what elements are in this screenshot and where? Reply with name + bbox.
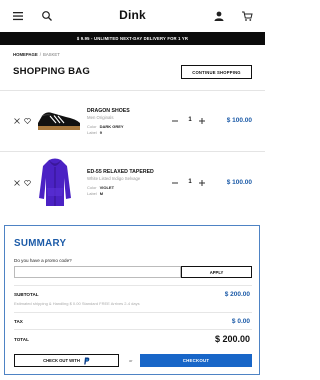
item-size-value: 9	[99, 130, 103, 135]
item-quantity[interactable]: 1	[186, 117, 194, 123]
item-size-label: Label	[87, 130, 97, 135]
breadcrumb: HOMEPAGE / BASKET	[13, 52, 60, 57]
item-color: Color VIOLET	[87, 185, 114, 190]
item-brand: Men Originals	[87, 115, 114, 120]
item-price: $ 100.00	[226, 179, 252, 186]
breadcrumb-separator: /	[39, 52, 41, 57]
apply-promo-button[interactable]: APPLY	[181, 266, 252, 278]
decrease-quantity-icon[interactable]	[172, 120, 178, 122]
summary-divider	[14, 312, 252, 313]
item-color-value: VIOLET	[99, 185, 115, 190]
item-name[interactable]: DRAGON SHOES	[87, 108, 130, 114]
shipping-note: Estimated shipping & Handling $ 0.00 Sta…	[14, 301, 140, 306]
tax-label: TAX	[14, 319, 23, 324]
item-size: Label 9	[87, 130, 102, 135]
item-size-label: Label	[87, 191, 97, 196]
cart-item-ed55-tapered: ED-55 RELAXED TAPERED White Listed Indig…	[0, 152, 265, 212]
item-brand: White Listed Indigo Selvage	[87, 176, 141, 181]
user-icon[interactable]	[213, 10, 225, 22]
cart-item-dragon-shoes: DRAGON SHOES Men Originals Color DARK GRE…	[0, 91, 265, 151]
shoe-product-image[interactable]	[36, 107, 82, 133]
subtotal-label: SUBTOTAL	[14, 292, 39, 297]
item-size: Label M	[87, 191, 103, 196]
promo-code-input[interactable]	[14, 266, 181, 278]
subtotal-value: $ 200.00	[224, 291, 250, 298]
order-summary-panel: SUMMARY Do you have a promo code? APPLY …	[4, 225, 260, 375]
summary-divider	[14, 329, 252, 330]
checkout-button[interactable]: CHECKOUT	[140, 354, 252, 367]
item-color: Color DARK GREY	[87, 124, 124, 129]
item-color-label: Color	[87, 124, 97, 129]
top-header: Dink	[0, 0, 265, 32]
page-title: SHOPPING BAG	[13, 66, 91, 77]
wishlist-heart-icon[interactable]	[24, 180, 31, 186]
delivery-promo-bar[interactable]: $ 9.95 - UNLIMITED NEXT-DAY DELIVERY FOR…	[0, 32, 265, 45]
item-quantity[interactable]: 1	[186, 179, 194, 185]
wishlist-heart-icon[interactable]	[24, 118, 31, 124]
brand-logo[interactable]: Dink	[0, 8, 265, 22]
or-separator: or	[129, 358, 133, 363]
decrease-quantity-icon[interactable]	[172, 182, 178, 184]
breadcrumb-current: BASKET	[42, 52, 60, 57]
continue-shopping-button[interactable]: CONTINUE SHOPPING	[181, 65, 252, 79]
item-price: $ 100.00	[226, 117, 252, 124]
paypal-button-label: CHECK OUT WITH	[43, 358, 80, 363]
paypal-icon	[84, 357, 90, 364]
tax-value: $ 0.00	[231, 318, 250, 325]
item-name[interactable]: ED-55 RELAXED TAPERED	[87, 169, 154, 175]
remove-item-icon[interactable]	[14, 180, 20, 186]
remove-item-icon[interactable]	[14, 118, 20, 124]
promo-code-question: Do you have a promo code?	[14, 258, 72, 263]
item-size-value: M	[99, 191, 104, 196]
summary-title: SUMMARY	[14, 238, 67, 249]
increase-quantity-icon[interactable]	[199, 118, 205, 124]
item-color-value: DARK GREY	[99, 124, 124, 129]
paypal-checkout-button[interactable]: CHECK OUT WITH	[14, 354, 119, 367]
total-value: $ 200.00	[214, 334, 250, 344]
breadcrumb-home[interactable]: HOMEPAGE	[13, 52, 38, 57]
cart-icon[interactable]	[241, 10, 253, 22]
item-color-label: Color	[87, 185, 97, 190]
total-label: TOTAL	[14, 337, 29, 342]
summary-divider	[14, 285, 252, 286]
hoodie-product-image[interactable]	[37, 158, 73, 208]
increase-quantity-icon[interactable]	[199, 180, 205, 186]
